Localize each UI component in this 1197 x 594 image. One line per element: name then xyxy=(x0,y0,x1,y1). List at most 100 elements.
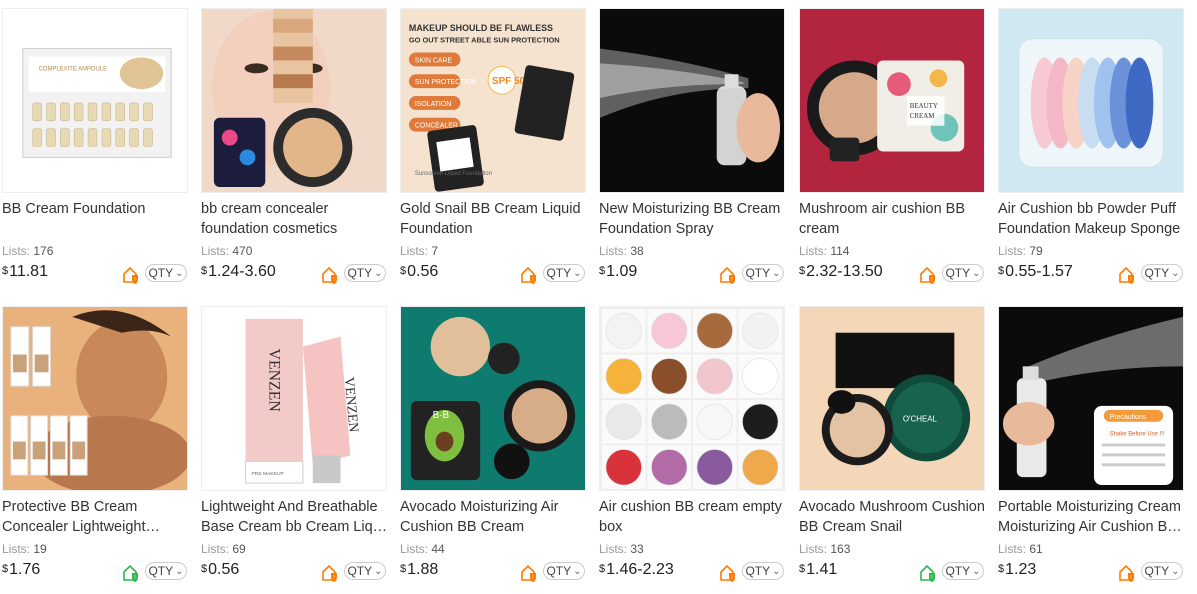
product-title[interactable]: Avocado Mushroom Cushion BB Cream Snail xyxy=(799,497,987,537)
shipping-warehouse-icon[interactable]: ! xyxy=(1118,564,1136,582)
qty-dropdown[interactable]: QTY ⌄ xyxy=(344,562,386,580)
qty-dropdown[interactable]: QTY ⌄ xyxy=(543,264,585,282)
svg-text:!: ! xyxy=(931,575,932,581)
lists-value: 163 xyxy=(830,542,851,556)
price-value: 1.41 xyxy=(806,561,838,578)
lists-count: Lists: 114 xyxy=(799,244,849,258)
qty-dropdown[interactable]: QTY ⌄ xyxy=(742,562,784,580)
lists-label: Lists: xyxy=(201,244,233,258)
product-image[interactable]: B·B xyxy=(400,306,586,491)
currency-symbol: $ xyxy=(201,265,208,277)
product-image[interactable] xyxy=(599,306,785,491)
shipping-warehouse-icon[interactable]: ! xyxy=(719,564,737,582)
product-card[interactable]: COMPLEXITE AMPOULE BB Cream Foundation Lis… xyxy=(2,0,190,290)
price-value: 0.56 xyxy=(208,561,240,578)
qty-dropdown[interactable]: QTY ⌄ xyxy=(543,562,585,580)
product-price: $1.41 xyxy=(799,561,837,579)
lists-count: Lists: 44 xyxy=(400,542,445,556)
product-card[interactable]: VENZEN VENZEN PRE MAKEUP Lightweight And Br… xyxy=(201,298,389,588)
lists-label: Lists: xyxy=(2,244,34,258)
product-grid: COMPLEXITE AMPOULE BB Cream Foundation Lis… xyxy=(0,0,1197,594)
shipping-warehouse-icon[interactable]: ! xyxy=(919,266,937,284)
product-price: $1.24-3.60 xyxy=(201,263,276,281)
qty-label: QTY xyxy=(347,266,373,280)
price-value: 2.32-13.50 xyxy=(806,263,883,280)
lists-label: Lists: xyxy=(400,542,432,556)
qty-dropdown[interactable]: QTY ⌄ xyxy=(1141,562,1183,580)
product-image[interactable] xyxy=(998,8,1184,193)
product-image[interactable]: Precautions Shake Before Use !!! xyxy=(998,306,1184,491)
svg-text:B·B: B·B xyxy=(433,410,450,421)
lists-value: 176 xyxy=(33,244,54,258)
qty-dropdown[interactable]: QTY ⌄ xyxy=(344,264,386,282)
product-image[interactable]: VENZEN VENZEN PRE MAKEUP xyxy=(201,306,387,491)
product-card[interactable]: Air cushion BB cream empty box Lists: 33 $… xyxy=(599,298,787,588)
product-card[interactable]: O'CHEAL Avocado Mushroom Cushion BB Cream… xyxy=(799,298,987,588)
product-title[interactable]: Mushroom air cushion BB cream xyxy=(799,199,987,239)
product-image[interactable]: O'CHEAL xyxy=(799,306,985,491)
shipping-verified-icon[interactable]: ! xyxy=(919,564,937,582)
lists-value: 61 xyxy=(1029,542,1043,556)
qty-label: QTY xyxy=(1144,266,1170,280)
qty-dropdown[interactable]: QTY ⌄ xyxy=(742,264,784,282)
svg-text:PRE MAKEUP: PRE MAKEUP xyxy=(251,471,284,477)
product-title[interactable]: Air Cushion bb Powder Puff Foundation Ma… xyxy=(998,199,1186,239)
price-value: 1.23 xyxy=(1005,561,1037,578)
product-title[interactable]: Lightweight And Breathable Base Cream bb… xyxy=(201,497,389,537)
svg-text:!: ! xyxy=(532,575,533,581)
lists-value: 33 xyxy=(630,542,644,556)
shipping-verified-icon[interactable]: ! xyxy=(122,564,140,582)
product-card[interactable]: bb cream concealer foundation cosmetics L… xyxy=(201,0,389,290)
lists-label: Lists: xyxy=(799,244,831,258)
shipping-warehouse-icon[interactable]: ! xyxy=(122,266,140,284)
shipping-warehouse-icon[interactable]: ! xyxy=(520,266,538,284)
product-card[interactable]: BEAUTY CREAM Mushroom air cushion BB cream… xyxy=(799,0,987,290)
product-price: $1.76 xyxy=(2,561,40,579)
chevron-down-icon: ⌄ xyxy=(573,267,582,279)
product-title[interactable]: Air cushion BB cream empty box xyxy=(599,497,787,537)
lists-count: Lists: 176 xyxy=(2,244,53,258)
product-title[interactable]: Gold Snail BB Cream Liquid Foundation xyxy=(400,199,588,239)
product-image[interactable]: COMPLEXITE AMPOULE xyxy=(2,8,188,193)
product-title[interactable]: BB Cream Foundation xyxy=(2,199,190,219)
product-title[interactable]: Portable Moisturizing Cream Moisturizing… xyxy=(998,497,1186,537)
product-image[interactable]: MAKEUP SHOULD BE FLAWLESS GO OUT STREET A… xyxy=(400,8,586,193)
product-card[interactable]: Protective BB Cream Concealer Lightweigh… xyxy=(2,298,190,588)
price-value: 1.46-2.23 xyxy=(606,561,674,578)
chevron-down-icon: ⌄ xyxy=(772,565,781,577)
qty-dropdown[interactable]: QTY ⌄ xyxy=(942,264,984,282)
shipping-warehouse-icon[interactable]: ! xyxy=(719,266,737,284)
product-image[interactable] xyxy=(2,306,188,491)
lists-value: 38 xyxy=(630,244,644,258)
shipping-warehouse-icon[interactable]: ! xyxy=(321,266,339,284)
product-title[interactable]: Avocado Moisturizing Air Cushion BB Crea… xyxy=(400,497,588,537)
svg-text:MAKEUP SHOULD BE FLAWLESS: MAKEUP SHOULD BE FLAWLESS xyxy=(409,23,553,33)
shipping-warehouse-icon[interactable]: ! xyxy=(321,564,339,582)
product-title[interactable]: Protective BB Cream Concealer Lightweigh… xyxy=(2,497,190,537)
product-title[interactable]: New Moisturizing BB Cream Foundation Spr… xyxy=(599,199,787,239)
price-value: 1.24-3.60 xyxy=(208,263,276,280)
svg-text:!: ! xyxy=(731,277,732,283)
product-card[interactable]: MAKEUP SHOULD BE FLAWLESS GO OUT STREET A… xyxy=(400,0,588,290)
qty-label: QTY xyxy=(546,564,572,578)
currency-symbol: $ xyxy=(2,265,9,277)
product-price: $0.56 xyxy=(201,561,239,579)
lists-label: Lists: xyxy=(201,542,233,556)
lists-label: Lists: xyxy=(400,244,432,258)
product-image[interactable]: BEAUTY CREAM xyxy=(799,8,985,193)
product-card[interactable]: B·B Avocado Moisturizing Air Cushion BB C… xyxy=(400,298,588,588)
product-image[interactable] xyxy=(201,8,387,193)
shipping-warehouse-icon[interactable]: ! xyxy=(1118,266,1136,284)
lists-label: Lists: xyxy=(599,244,631,258)
qty-dropdown[interactable]: QTY ⌄ xyxy=(1141,264,1183,282)
currency-symbol: $ xyxy=(998,563,1005,575)
product-card[interactable]: New Moisturizing BB Cream Foundation Spr… xyxy=(599,0,787,290)
product-card[interactable]: Precautions Shake Before Use !!! Portable … xyxy=(998,298,1186,588)
product-image[interactable] xyxy=(599,8,785,193)
shipping-warehouse-icon[interactable]: ! xyxy=(520,564,538,582)
qty-dropdown[interactable]: QTY ⌄ xyxy=(145,264,187,282)
qty-dropdown[interactable]: QTY ⌄ xyxy=(942,562,984,580)
qty-dropdown[interactable]: QTY ⌄ xyxy=(145,562,187,580)
product-title[interactable]: bb cream concealer foundation cosmetics xyxy=(201,199,389,239)
product-card[interactable]: Air Cushion bb Powder Puff Foundation Ma… xyxy=(998,0,1186,290)
